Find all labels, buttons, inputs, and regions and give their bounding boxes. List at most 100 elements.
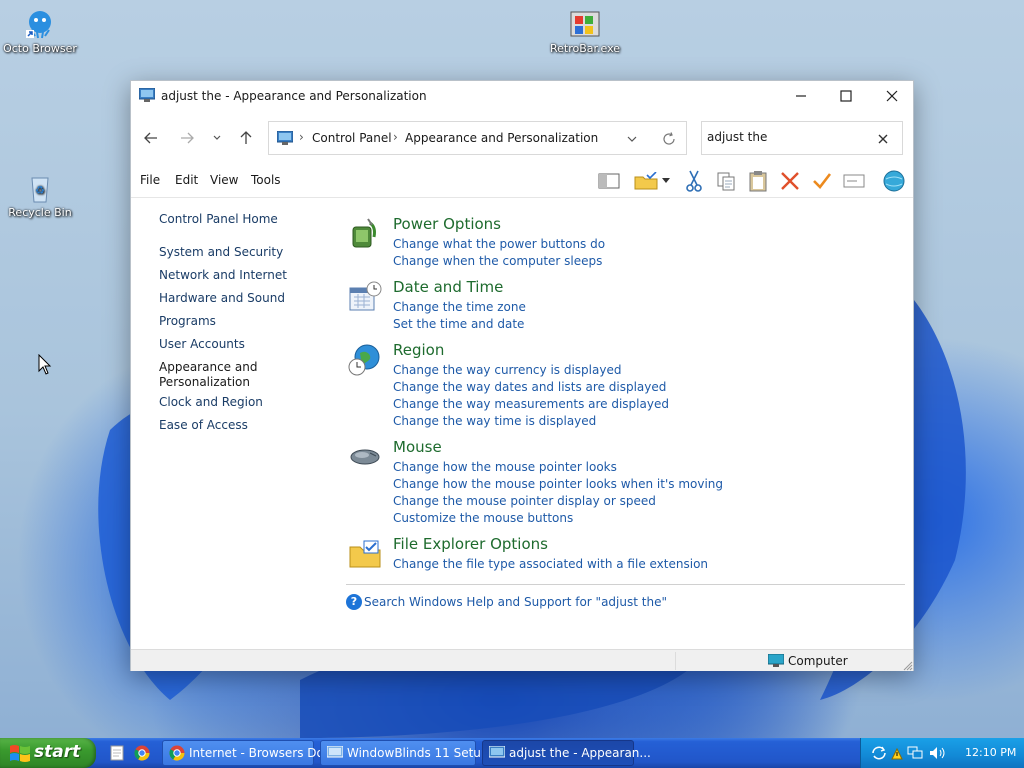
search-box[interactable] [701,121,903,155]
help-link-text[interactable]: Search Windows Help and Support for "adj… [364,595,667,609]
desktop-icon-octo-browser[interactable]: Octo Browser [0,8,80,55]
taskbar-button-control-panel[interactable]: adjust the - Appearan... [482,740,651,766]
taskbar-button-label: adjust the - Appearan... [509,746,651,760]
category-link[interactable]: Change what the power buttons do [393,237,605,251]
left-link-system-and-security[interactable]: System and Security [159,245,329,260]
category-title[interactable]: Date and Time [393,278,503,296]
category-link[interactable]: Set the time and date [393,317,524,331]
left-link-user-accounts[interactable]: User Accounts [159,337,329,352]
left-link-network-and-internet[interactable]: Network and Internet [159,268,329,283]
volume-icon[interactable] [929,746,947,760]
taskbar-button-label: WindowBlinds 11 Setup [347,746,489,760]
menu-file[interactable]: File [140,173,160,187]
breadcrumb-appearance[interactable]: Appearance and Personalization [405,131,598,145]
network-globe-button[interactable] [881,169,907,193]
properties-button[interactable] [809,169,835,193]
maximize-icon [840,90,852,102]
category-link[interactable]: Customize the mouse buttons [393,511,573,525]
paste-button[interactable] [745,169,771,193]
organize-button[interactable] [633,169,659,193]
category-link[interactable]: Change the way currency is displayed [393,363,621,377]
svg-text:♻: ♻ [35,184,45,197]
refresh-icon[interactable] [662,132,676,146]
sync-icon[interactable] [871,745,887,761]
window-title: adjust the - Appearance and Personalizat… [161,89,427,103]
category-title[interactable]: Mouse [393,438,442,456]
close-icon [886,90,898,102]
left-link-ease-of-access[interactable]: Ease of Access [159,418,329,433]
category-link[interactable]: Change the file type associated with a f… [393,557,708,571]
network-icon[interactable] [907,746,923,760]
status-bar: Computer [131,649,913,671]
desktop-icon-retrobar[interactable]: RetroBar.exe [545,8,625,55]
left-link-hardware-and-sound[interactable]: Hardware and Sound [159,291,329,306]
menu-bar: File Edit View Tools [131,165,913,197]
recent-locations-button[interactable] [206,127,228,149]
folder-options-icon [349,540,381,568]
windowblinds-icon [327,746,343,758]
dropdown-arrow-icon [662,178,670,183]
category-link[interactable]: Change the time zone [393,300,526,314]
maximize-button[interactable] [823,81,869,111]
category-link[interactable]: Change when the computer sleeps [393,254,602,268]
up-button[interactable] [235,127,257,149]
notepad-quicklaunch-icon[interactable] [110,745,124,761]
resize-grip-icon[interactable] [903,661,913,671]
taskbar-button-windowblinds[interactable]: WindowBlinds 11 Setup [320,740,489,766]
preview-pane-button[interactable] [596,169,622,193]
region-globe-icon [348,344,380,376]
start-button[interactable]: start [0,738,96,768]
breadcrumb-control-panel[interactable]: Control Panel [312,131,392,145]
left-link-programs[interactable]: Programs [159,314,329,329]
rename-button[interactable] [841,169,867,193]
forward-button[interactable] [176,127,198,149]
paste-icon [749,171,767,192]
desktop-icon-label: Recycle Bin [8,206,72,219]
checkmark-icon [813,173,832,189]
desktop-icon-label: RetroBar.exe [549,42,621,55]
left-link-clock-and-region[interactable]: Clock and Region [159,395,329,410]
left-link-appearance-and-personalization[interactable]: Appearance and Personalization [159,360,269,390]
desktop-icon-label: Octo Browser [3,42,77,55]
control-panel-window: adjust the - Appearance and Personalizat… [130,80,914,671]
organize-dropdown[interactable] [659,169,673,193]
warning-icon[interactable] [891,748,903,760]
title-bar[interactable]: adjust the - Appearance and Personalizat… [131,81,913,111]
category-link[interactable]: Change how the mouse pointer looks [393,460,617,474]
menu-view[interactable]: View [210,173,238,187]
copy-button[interactable] [713,169,739,193]
control-panel-icon [489,746,505,758]
help-question-icon: ? [346,594,362,610]
category-link[interactable]: Change the mouse pointer display or spee… [393,494,656,508]
clock: 12:10 PM [965,746,1017,759]
category-link[interactable]: Change the way measurements are displaye… [393,397,669,411]
chrome-icon [169,745,185,761]
chrome-quicklaunch-icon[interactable] [134,745,150,761]
menu-edit[interactable]: Edit [175,173,198,187]
menu-tools[interactable]: Tools [251,173,281,187]
back-button[interactable] [140,127,162,149]
delete-button[interactable] [777,169,803,193]
back-arrow-icon [144,132,157,144]
category-link[interactable]: Change the way dates and lists are displ… [393,380,666,394]
results-divider [346,584,905,585]
breadcrumb-separator-icon: › [299,130,304,144]
preview-pane-icon [598,173,620,189]
address-dropdown-icon[interactable] [627,134,637,144]
desktop-icon-recycle-bin[interactable]: ♻ Recycle Bin [0,172,80,219]
category-link[interactable]: Change the way time is displayed [393,414,596,428]
cut-button[interactable] [681,169,707,193]
minimize-button[interactable] [778,81,824,111]
search-input[interactable] [707,130,867,144]
recycle-bin-icon: ♻ [24,172,56,204]
close-button[interactable] [869,81,915,111]
clear-search-icon[interactable] [878,134,888,144]
address-bar[interactable]: › Control Panel › Appearance and Persona… [268,121,687,155]
category-title[interactable]: Power Options [393,215,501,233]
left-link-control-panel-home[interactable]: Control Panel Home [159,212,329,227]
category-title[interactable]: File Explorer Options [393,535,548,553]
taskbar-button-label: Internet - Browsers Do... [189,746,336,760]
category-title[interactable]: Region [393,341,444,359]
taskbar-button-internet[interactable]: Internet - Browsers Do... [162,740,335,766]
category-link[interactable]: Change how the mouse pointer looks when … [393,477,723,491]
